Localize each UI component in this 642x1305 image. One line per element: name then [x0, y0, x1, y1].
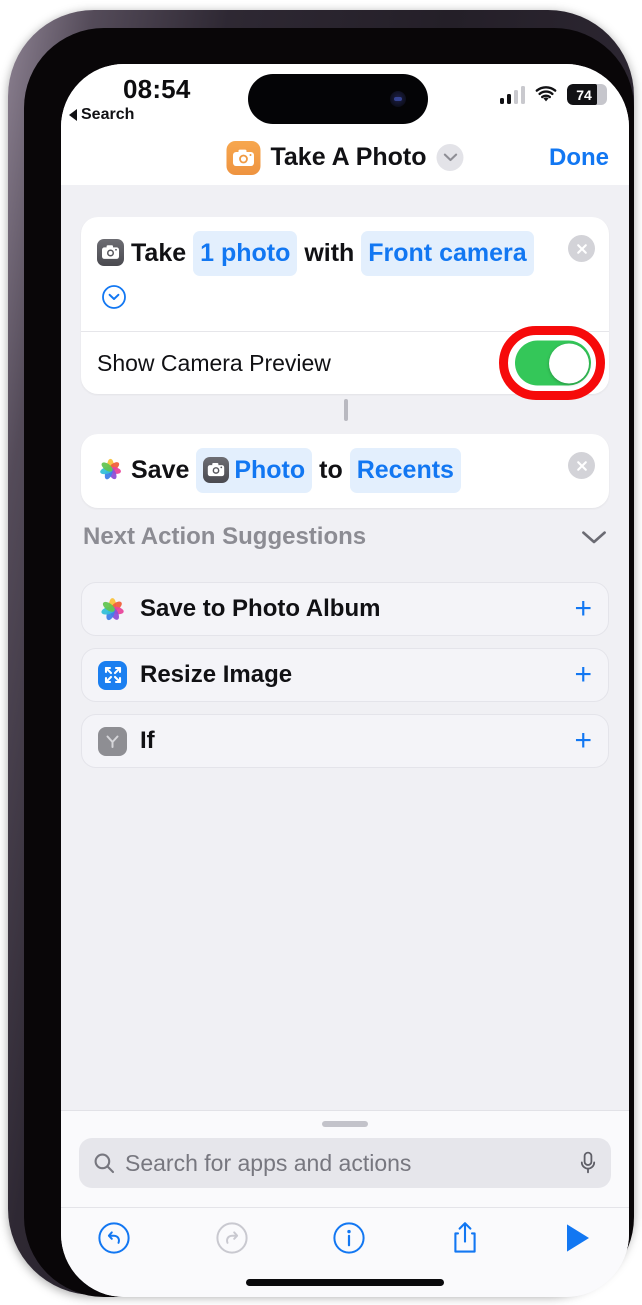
phone-bezel: 08:54 Search 74 Take A Photo Done Take 1… — [24, 28, 634, 1297]
action-connector-line — [344, 399, 348, 421]
camera-app-icon — [226, 140, 261, 175]
action-card-take-photo[interactable]: Take 1 photo with Front camera Show Came… — [81, 217, 609, 400]
status-time: 08:54 — [123, 74, 191, 104]
add-action-button[interactable]: + — [574, 594, 592, 624]
photos-app-icon — [97, 456, 124, 483]
photo-parameter-label: Photo — [234, 456, 306, 484]
wifi-icon — [534, 85, 558, 104]
chevron-down-circle-icon[interactable] — [101, 284, 127, 310]
action-description: Save Photo to Recents — [97, 448, 593, 493]
suggestion-if[interactable]: If + — [81, 714, 609, 768]
status-indicators: 74 — [499, 84, 607, 105]
search-field[interactable]: Search for apps and actions — [79, 1138, 611, 1188]
battery-percent: 74 — [576, 86, 592, 103]
suggestion-label: If — [140, 727, 155, 754]
album-parameter[interactable]: Recents — [349, 448, 461, 493]
photo-count-parameter[interactable]: 1 photo — [193, 231, 298, 276]
if-condition-icon — [98, 726, 127, 756]
action-word-save: Save — [131, 456, 190, 484]
suggestion-resize-image[interactable]: Resize Image + — [81, 648, 609, 702]
show-camera-preview-row[interactable]: Show Camera Preview — [81, 326, 609, 400]
done-button[interactable]: Done — [549, 144, 609, 172]
microphone-icon[interactable] — [579, 1151, 597, 1175]
camera-icon — [97, 239, 124, 266]
dynamic-island — [248, 74, 428, 124]
show-camera-preview-label: Show Camera Preview — [97, 349, 331, 376]
search-input[interactable]: Search for apps and actions — [125, 1150, 579, 1177]
shortcut-title-group[interactable]: Take A Photo — [226, 140, 464, 175]
undo-button[interactable] — [97, 1221, 131, 1255]
chevron-down-icon[interactable] — [436, 144, 464, 171]
phone-frame: 08:54 Search 74 Take A Photo Done Take 1… — [8, 10, 634, 1297]
close-circle-icon[interactable] — [568, 235, 595, 262]
action-description: Take 1 photo with Front camera — [97, 231, 593, 319]
photos-app-icon — [98, 595, 127, 624]
action-row[interactable]: Save Photo to Recents — [81, 434, 609, 508]
phone-screen: 08:54 Search 74 Take A Photo Done Take 1… — [61, 64, 629, 1297]
show-camera-preview-toggle[interactable] — [515, 340, 591, 386]
screenshot-root: 08:54 Search 74 Take A Photo Done Take 1… — [0, 0, 642, 1305]
action-word-with: with — [304, 239, 355, 267]
run-button[interactable] — [563, 1222, 593, 1254]
navigation-bar: Take A Photo Done — [61, 130, 629, 185]
back-arrow-icon — [69, 109, 77, 121]
suggestion-save-to-photo-album[interactable]: Save to Photo Album + — [81, 582, 609, 636]
suggestion-label: Save to Photo Album — [140, 595, 381, 622]
action-word-take: Take — [131, 239, 187, 267]
camera-icon — [203, 457, 230, 483]
redo-button[interactable] — [215, 1221, 249, 1255]
front-camera-icon — [390, 91, 406, 107]
close-circle-icon[interactable] — [568, 452, 595, 479]
shortcut-editor-content: Take 1 photo with Front camera Show Came… — [61, 185, 629, 1110]
search-icon — [93, 1152, 115, 1174]
sheet-grabber-handle[interactable] — [322, 1121, 368, 1127]
suggestions-title: Next Action Suggestions — [83, 523, 367, 550]
info-button[interactable] — [332, 1221, 366, 1255]
photo-input-parameter[interactable]: Photo — [196, 448, 313, 493]
back-label: Search — [81, 106, 135, 123]
home-indicator — [246, 1279, 444, 1286]
cellular-signal-icon — [499, 85, 525, 104]
action-word-to: to — [319, 456, 343, 484]
suggestion-label: Resize Image — [140, 661, 293, 688]
chevron-down-icon[interactable] — [581, 530, 607, 545]
status-bar: 08:54 Search 74 — [61, 64, 629, 130]
back-to-search-link[interactable]: Search — [69, 106, 134, 124]
add-action-button[interactable]: + — [574, 660, 592, 690]
editor-toolbar — [61, 1207, 629, 1267]
share-button[interactable] — [450, 1220, 480, 1256]
battery-icon: 74 — [567, 84, 607, 105]
camera-source-parameter[interactable]: Front camera — [361, 231, 534, 276]
add-action-button[interactable]: + — [574, 726, 592, 756]
action-row[interactable]: Take 1 photo with Front camera — [81, 217, 609, 331]
action-card-save-photo[interactable]: Save Photo to Recents — [81, 434, 609, 508]
resize-image-icon — [98, 660, 127, 690]
bottom-sheet: Search for apps and actions — [61, 1110, 629, 1297]
next-action-suggestions-header[interactable]: Next Action Suggestions — [83, 523, 607, 551]
page-title: Take A Photo — [270, 143, 427, 171]
